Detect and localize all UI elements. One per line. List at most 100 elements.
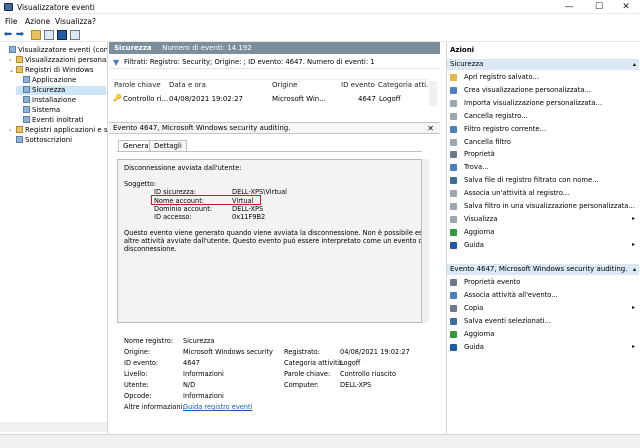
prop-label-user: Utente:: [124, 381, 149, 389]
field-label-logon-id: ID accesso:: [154, 213, 192, 221]
prop-label-keywords: Parole chiave:: [284, 370, 331, 378]
action-item[interactable]: Salva file di registro filtrato con nome…: [449, 174, 637, 186]
help-icon[interactable]: [57, 30, 67, 40]
detail-scrollbar[interactable]: [422, 159, 429, 323]
forward-icon[interactable]: ➡: [15, 30, 25, 40]
action-item[interactable]: Aggiorna: [449, 226, 637, 238]
tree-horizontal-scrollbar[interactable]: [0, 422, 107, 432]
tree-item[interactable]: Eventi inoltrati: [16, 116, 106, 125]
tree-item[interactable]: › Visualizzazioni personalizzate: [9, 56, 107, 65]
log-icon: [23, 96, 30, 103]
expand-arrow-icon[interactable]: ⌄: [9, 66, 16, 75]
tree-item-label: Installazione: [32, 96, 77, 104]
console-tree-icon[interactable]: [44, 30, 54, 40]
find-icon: [450, 164, 457, 172]
close-detail-icon[interactable]: ✕: [427, 123, 434, 134]
tree-item[interactable]: ⌄ Registri di Windows: [9, 66, 106, 75]
column-category[interactable]: Categoria atti...: [378, 81, 433, 92]
action-item[interactable]: Filtro registro corrente...: [449, 123, 637, 135]
column-event-id[interactable]: ID evento: [341, 81, 375, 92]
view-icon: [450, 215, 457, 223]
back-icon[interactable]: ⬅: [3, 30, 13, 40]
action-item[interactable]: Guida ▸: [449, 341, 637, 353]
folder-icon[interactable]: [31, 30, 41, 40]
highlight-box: [151, 195, 261, 205]
tree-item[interactable]: Sottoscrizioni: [9, 136, 106, 145]
log-icon: [23, 116, 30, 123]
help-icon: [450, 343, 457, 351]
toolbar: ⬅ ➡: [0, 28, 640, 42]
action-item[interactable]: Copia ▸: [449, 302, 637, 314]
log-icon: [23, 106, 30, 113]
prop-user: N/D: [183, 381, 196, 389]
action-item[interactable]: Salva filtro in una visualizzazione pers…: [449, 200, 637, 212]
copy-icon: [450, 304, 457, 312]
prop-label-log-name: Nome registro:: [124, 337, 174, 345]
event-viewer-icon: [4, 3, 13, 11]
column-keywords[interactable]: Parole chiave: [114, 81, 161, 92]
menu-bar: File Azione Visualizza ?: [0, 14, 640, 28]
tree-item[interactable]: Sistema: [16, 106, 106, 115]
action-item[interactable]: Cancella registro...: [449, 110, 637, 122]
grid-spacer: [111, 70, 429, 80]
action-label: Associa attività all'evento...: [464, 290, 558, 299]
tree-item-label: Visualizzazioni personalizzate: [25, 56, 107, 64]
folder-icon: [16, 126, 23, 133]
action-item[interactable]: Visualizza ▸: [449, 213, 637, 225]
action-item[interactable]: Importa visualizzazione personalizzata..…: [449, 97, 637, 109]
import-icon: [450, 99, 457, 107]
submenu-arrow-icon: ▸: [631, 303, 635, 311]
actions-pane: Azioni Sicurezza ▴ Apri registro salvato…: [446, 42, 640, 434]
tab-dettagli[interactable]: Dettagli: [149, 140, 187, 151]
menu-file[interactable]: File: [5, 17, 18, 26]
event-properties-icon: [450, 279, 457, 286]
action-item[interactable]: Crea visualizzazione personalizzata...: [449, 84, 637, 96]
cell-keywords: Controllo ri...: [123, 95, 169, 103]
action-item[interactable]: Cancella filtro: [449, 136, 637, 148]
expand-arrow-icon[interactable]: ›: [9, 126, 16, 135]
table-row[interactable]: 🔑 Controllo ri... 04/08/2021 19:02:27 Mi…: [111, 93, 429, 104]
action-item[interactable]: Associa attività all'evento...: [449, 289, 637, 301]
collapse-section-icon[interactable]: ▴: [633, 59, 636, 70]
grid-scrollbar[interactable]: [429, 81, 437, 106]
action-item[interactable]: Proprietà evento: [449, 276, 637, 288]
action-item[interactable]: Associa un'attività al registro...: [449, 187, 637, 199]
menu-visualizza[interactable]: Visualizza: [55, 17, 92, 26]
actions-header: Azioni: [450, 46, 475, 54]
collapse-section-icon[interactable]: ▴: [633, 264, 636, 275]
action-item[interactable]: Salva eventi selezionati...: [449, 315, 637, 327]
action-item[interactable]: Apri registro salvato...: [449, 71, 637, 83]
log-icon: [23, 86, 30, 93]
action-item[interactable]: Guida ▸: [449, 239, 637, 251]
status-bar: [0, 434, 640, 448]
actions-section-log: Sicurezza ▴: [447, 59, 639, 70]
action-item[interactable]: Trova...: [449, 161, 637, 173]
prop-keywords: Controllo riuscito: [340, 370, 397, 378]
tree-item[interactable]: Visualizzatore eventi (computer: [2, 46, 107, 55]
help-icon: [450, 241, 457, 249]
action-item[interactable]: Proprietà: [449, 148, 637, 160]
maximize-button[interactable]: ☐: [585, 0, 613, 14]
tree-item-label: Sicurezza: [32, 86, 66, 94]
clear-filter-icon: [450, 138, 457, 146]
menu-azione[interactable]: Azione: [25, 17, 50, 26]
action-label: Aggiorna: [464, 227, 495, 236]
column-datetime[interactable]: Data e ora: [169, 81, 206, 92]
key-icon: 🔑: [113, 94, 122, 102]
message-subject: Soggetto:: [124, 180, 157, 188]
action-item[interactable]: Aggiorna: [449, 328, 637, 340]
expand-arrow-icon[interactable]: ›: [9, 56, 16, 65]
menu-help[interactable]: ?: [92, 17, 96, 26]
tree-item[interactable]: › Registri applicazioni e servizi: [9, 126, 107, 135]
column-source[interactable]: Origine: [272, 81, 297, 92]
event-log-help-link[interactable]: Guida registro eventi: [183, 403, 252, 411]
prop-source: Microsoft Windows security: [183, 348, 273, 356]
minimize-button[interactable]: —: [555, 0, 583, 14]
close-button[interactable]: ✕: [612, 0, 640, 14]
action-pane-icon[interactable]: [70, 30, 80, 40]
tree-item[interactable]: Installazione: [16, 96, 106, 105]
save-filter-icon: [450, 203, 457, 210]
tree-item-label: Sottoscrizioni: [25, 136, 73, 144]
tree-item[interactable]: Sicurezza: [16, 86, 106, 95]
tree-item[interactable]: Applicazione: [16, 76, 106, 85]
